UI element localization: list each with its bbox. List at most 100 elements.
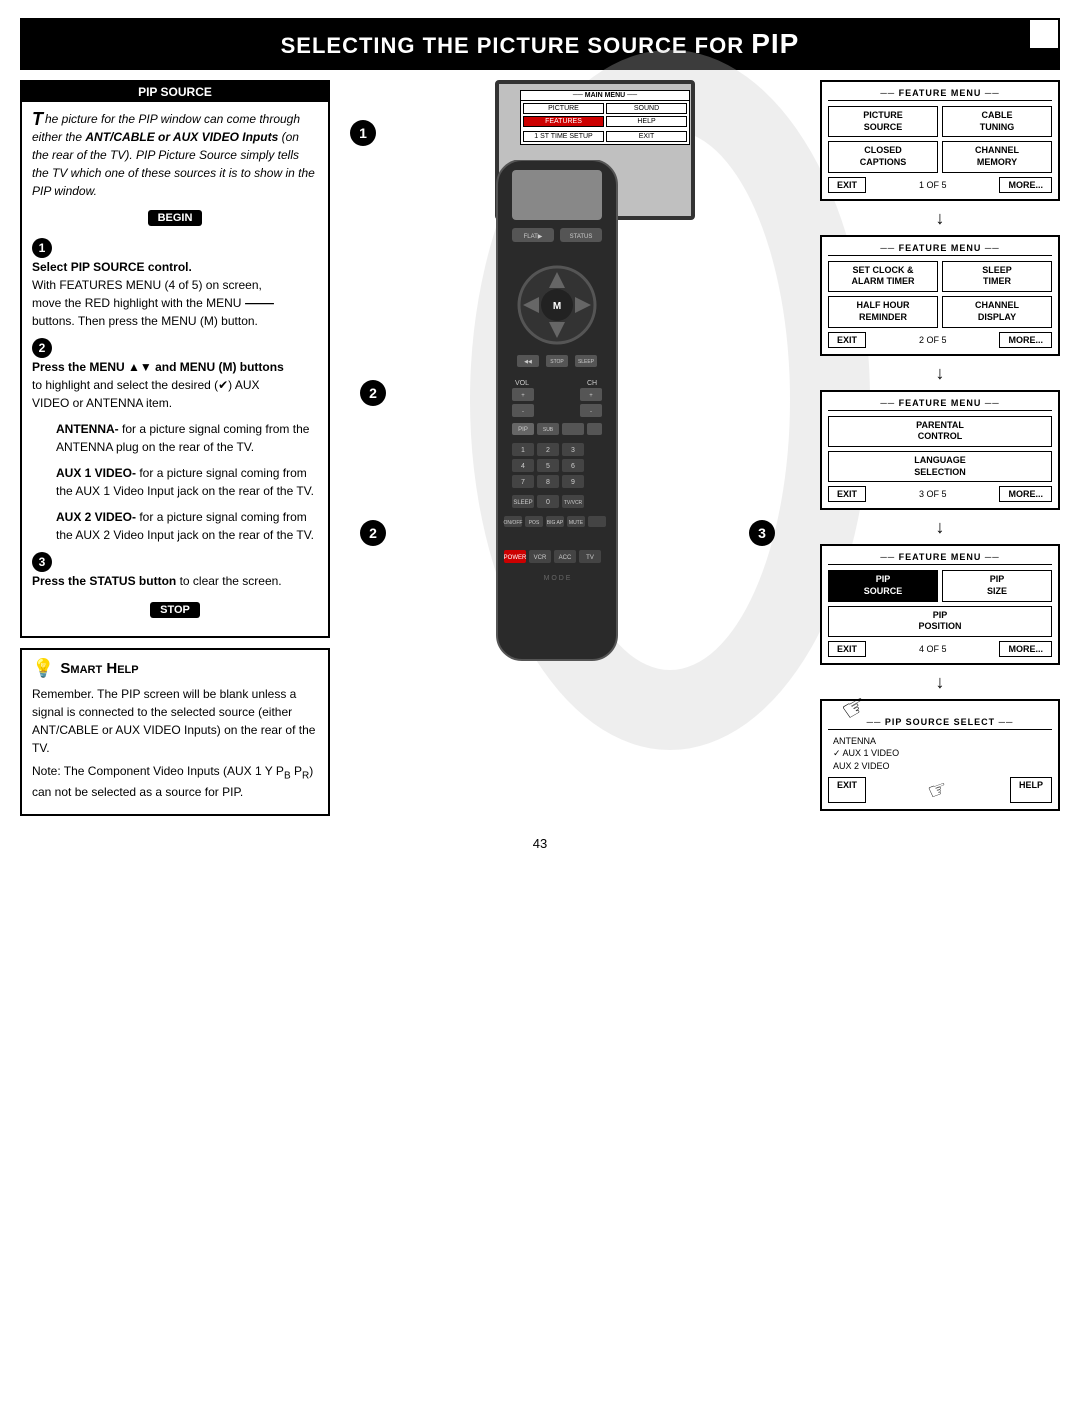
- smart-help-label: Smart Help: [60, 660, 138, 677]
- svg-text:M: M: [553, 301, 561, 312]
- step-overlay-1: 1: [350, 120, 376, 146]
- feature-menu-2-more[interactable]: MORE...: [999, 332, 1052, 348]
- smart-help-title: 💡 Smart Help: [32, 658, 318, 679]
- svg-text:+: +: [521, 393, 525, 399]
- menu-item-language[interactable]: LANGUAGESELECTION: [828, 451, 1052, 482]
- menu-item-sleep-timer[interactable]: SLEEPTIMER: [942, 261, 1052, 292]
- svg-text:1: 1: [521, 447, 525, 454]
- menu-item-set-clock[interactable]: SET CLOCK &ALARM TIMER: [828, 261, 938, 292]
- feature-menu-4-exit[interactable]: EXIT: [828, 641, 866, 657]
- svg-text:8: 8: [546, 479, 550, 486]
- menu-item-pip-size[interactable]: PIPSIZE: [942, 570, 1052, 601]
- svg-text:◀◀: ◀◀: [524, 359, 532, 365]
- aux2-info-text: AUX 2 VIDEO- for a picture signal coming…: [56, 508, 316, 544]
- svg-text:-: -: [522, 409, 524, 415]
- pip-option-aux2[interactable]: AUX 2 VIDEO: [833, 760, 1052, 772]
- feature-menu-4-more[interactable]: MORE...: [999, 641, 1052, 657]
- feature-menu-1-page: 1 OF 5: [919, 180, 947, 190]
- svg-text:4: 4: [521, 463, 525, 470]
- step-2-num: 2: [32, 338, 52, 358]
- feature-menu-2-page: 2 OF 5: [919, 335, 947, 345]
- pip-source-select-list: ANTENNA AUX 1 VIDEO AUX 2 VIDEO: [828, 735, 1052, 772]
- menu-item-closed-captions[interactable]: CLOSEDCAPTIONS: [828, 141, 938, 172]
- hand-pointer-2: ☞: [924, 774, 951, 805]
- pip-select-help[interactable]: HELP: [1010, 777, 1052, 803]
- feature-menu-1-exit[interactable]: EXIT: [828, 177, 866, 193]
- pip-source-select-box: ☞ ── PIP SOURCE SELECT ── ANTENNA AUX 1 …: [820, 699, 1060, 811]
- step-2-text: Press the MENU ▲▼ and MENU (M) buttons t…: [32, 358, 292, 412]
- smart-help-box: 💡 Smart Help Remember. The PIP screen wi…: [20, 648, 330, 816]
- svg-text:ON/OFF: ON/OFF: [504, 520, 523, 526]
- menu-item-pip-source[interactable]: PIPSOURCE: [828, 570, 938, 601]
- feature-menu-2-exit[interactable]: EXIT: [828, 332, 866, 348]
- tv-menu-features: FEATURES: [523, 116, 604, 127]
- svg-text:+: +: [589, 393, 593, 399]
- menu-item-cable-tuning[interactable]: CABLETUNING: [942, 106, 1052, 137]
- header-title: Selecting the Picture Source for PIP: [281, 33, 800, 58]
- svg-text:9: 9: [571, 479, 575, 486]
- smart-help-para-1: Remember. The PIP screen will be blank u…: [32, 685, 318, 757]
- corner-box: [1028, 18, 1060, 50]
- svg-text:ACC: ACC: [559, 555, 572, 561]
- feature-menu-1-bottom: EXIT 1 OF 5 MORE...: [828, 177, 1052, 193]
- svg-text:TV/VCR: TV/VCR: [564, 500, 583, 506]
- pip-option-antenna[interactable]: ANTENNA: [833, 735, 1052, 747]
- svg-text:PIP: PIP: [518, 427, 528, 433]
- right-column: ── FEATURE MENU ── PICTURESOURCE CABLETU…: [820, 80, 1060, 816]
- middle-inner: ── MAIN MENU ── PICTURE SOUND FEATURES H…: [340, 80, 810, 816]
- feature-menu-3-exit[interactable]: EXIT: [828, 486, 866, 502]
- aux2-info: AUX 2 VIDEO- for a picture signal coming…: [56, 508, 318, 544]
- tv-menu-help: HELP: [606, 116, 687, 127]
- feature-menu-1-more[interactable]: MORE...: [999, 177, 1052, 193]
- step-3: 3 Press the STATUS button to clear the s…: [32, 552, 318, 590]
- svg-text:BIG AP: BIG AP: [547, 520, 564, 526]
- svg-text:M O D E: M O D E: [544, 575, 571, 582]
- pip-option-aux1[interactable]: AUX 1 VIDEO: [833, 747, 1052, 760]
- feature-menu-3-more[interactable]: MORE...: [999, 486, 1052, 502]
- pip-source-title: PIP SOURCE: [22, 82, 328, 102]
- arrow-2: ↓: [820, 364, 1060, 382]
- menu-item-parental[interactable]: PARENTALCONTROL: [828, 416, 1052, 447]
- aux1-info: AUX 1 VIDEO- for a picture signal coming…: [56, 464, 318, 500]
- tv-menu-title: ── MAIN MENU ──: [521, 91, 689, 101]
- step-1: 1 Select PIP SOURCE control. With FEATUR…: [32, 238, 318, 330]
- menu-item-channel-memory[interactable]: CHANNELMEMORY: [942, 141, 1052, 172]
- svg-text:0: 0: [546, 499, 550, 506]
- feature-menu-4-grid: PIPSOURCE PIPSIZE PIPPOSITION: [828, 570, 1052, 637]
- svg-text:STOP: STOP: [550, 359, 564, 365]
- menu-item-pip-position[interactable]: PIPPOSITION: [828, 606, 1052, 637]
- arrow-3: ↓: [820, 518, 1060, 536]
- menu-item-half-hour[interactable]: HALF HOURREMINDER: [828, 296, 938, 327]
- feature-menu-2-title: ── FEATURE MENU ──: [828, 243, 1052, 256]
- feature-menu-4-page: 4 OF 5: [919, 644, 947, 654]
- step-3-num: 3: [32, 552, 52, 572]
- tv-menu-sound: SOUND: [606, 103, 687, 114]
- feature-menu-1: ── FEATURE MENU ── PICTURESOURCE CABLETU…: [820, 80, 1060, 201]
- svg-text:STATUS: STATUS: [570, 234, 593, 240]
- antenna-info: ANTENNA- for a picture signal coming fro…: [56, 420, 318, 456]
- tv-menu-picture: PICTURE: [523, 103, 604, 114]
- tv-menu-exit: EXIT: [606, 131, 687, 142]
- svg-text:6: 6: [571, 463, 575, 470]
- menu-item-channel-display[interactable]: CHANNELDISPLAY: [942, 296, 1052, 327]
- feature-menu-4-bottom: EXIT 4 OF 5 MORE...: [828, 641, 1052, 657]
- svg-text:VCR: VCR: [534, 555, 547, 561]
- antenna-info-text: ANTENNA- for a picture signal coming fro…: [56, 420, 316, 456]
- aux1-info-text: AUX 1 VIDEO- for a picture signal coming…: [56, 464, 316, 500]
- pip-source-box: PIP SOURCE The picture for the PIP windo…: [20, 80, 330, 638]
- svg-text:SLEEP: SLEEP: [578, 359, 595, 365]
- feature-menu-4-title: ── FEATURE MENU ──: [828, 552, 1052, 565]
- svg-text:MUTE: MUTE: [569, 520, 584, 526]
- feature-menu-2-grid: SET CLOCK &ALARM TIMER SLEEPTIMER HALF H…: [828, 261, 1052, 328]
- feature-menu-3-title: ── FEATURE MENU ──: [828, 398, 1052, 411]
- step-overlay-2b: 2: [360, 520, 386, 546]
- bulb-icon: 💡: [32, 658, 54, 679]
- tv-menu-1sttime: 1 ST TIME SETUP: [523, 131, 604, 142]
- pip-select-exit[interactable]: EXIT: [828, 777, 866, 803]
- svg-text:2: 2: [546, 447, 550, 454]
- remote-control: FLAT▶ STATUS M: [467, 160, 647, 693]
- step-overlay-2a: 2: [360, 380, 386, 406]
- tv-main-menu: ── MAIN MENU ── PICTURE SOUND FEATURES H…: [520, 90, 690, 145]
- feature-menu-3: ── FEATURE MENU ── PARENTALCONTROL LANGU…: [820, 390, 1060, 511]
- menu-item-picture-source[interactable]: PICTURESOURCE: [828, 106, 938, 137]
